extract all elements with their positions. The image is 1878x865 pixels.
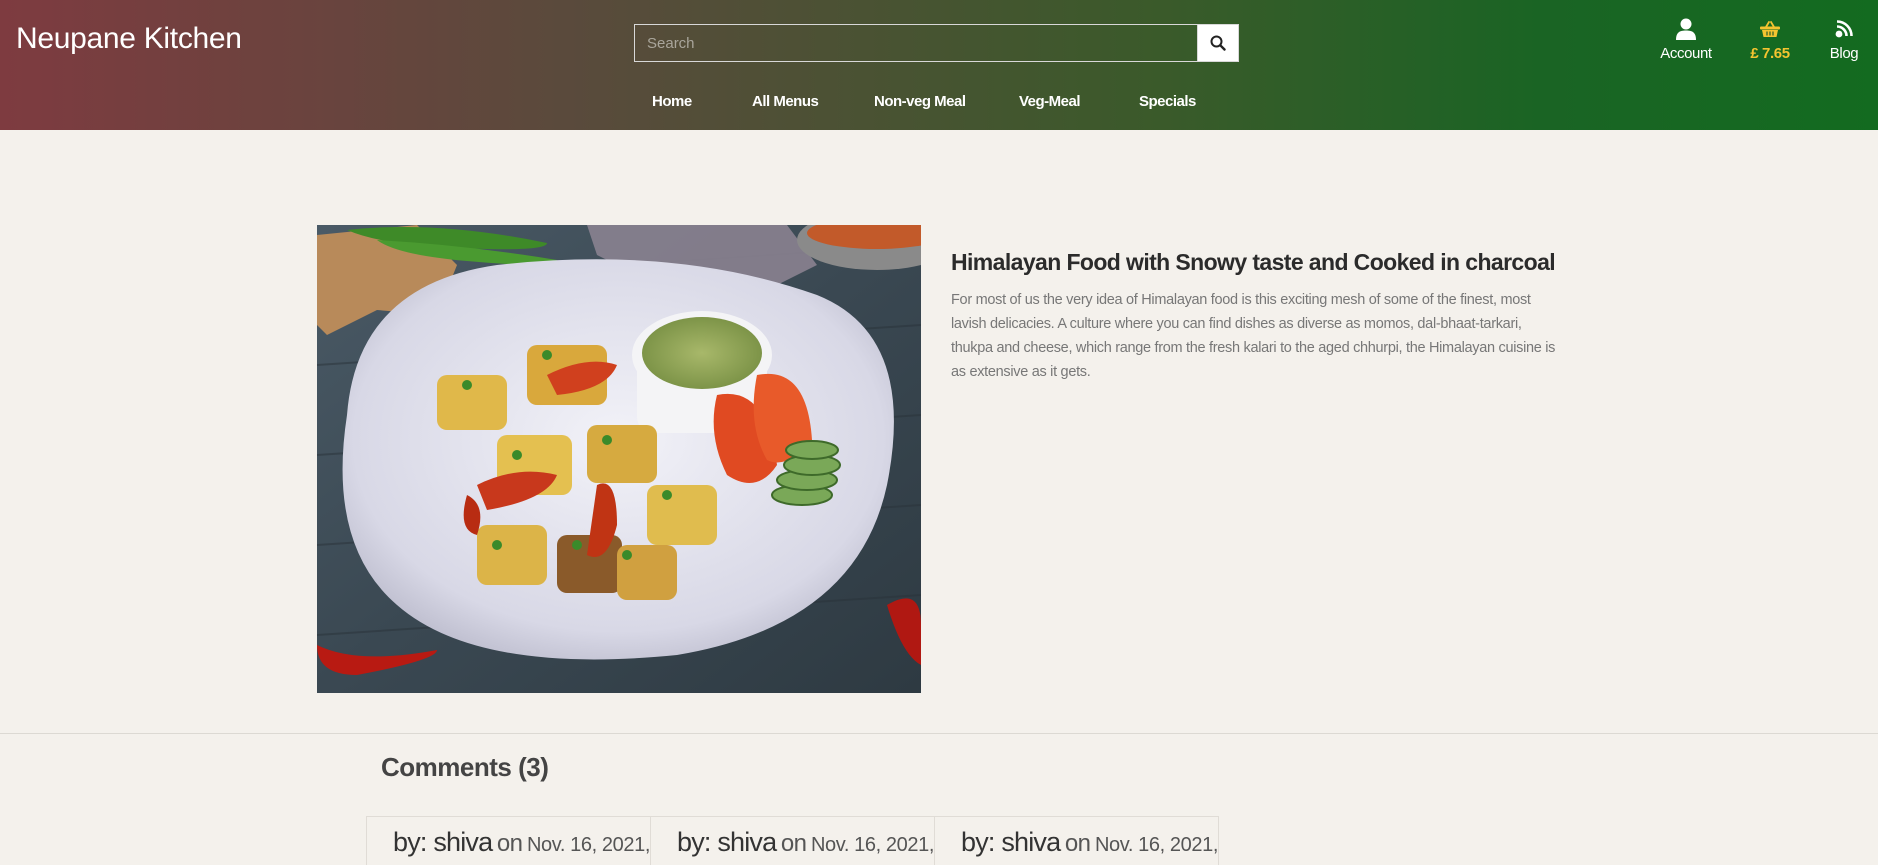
article-body: For most of us the very idea of Himalaya… xyxy=(951,292,1556,380)
nav-non-veg-meal[interactable]: Non-veg Meal xyxy=(874,93,966,110)
search-button[interactable] xyxy=(1197,24,1239,62)
article-title: Himalayan Food with Snowy taste and Cook… xyxy=(951,249,1556,275)
user-icon xyxy=(1676,18,1696,40)
cart-link[interactable]: £ 7.65 xyxy=(1748,18,1792,62)
search-input[interactable] xyxy=(634,24,1197,62)
comment-on: on xyxy=(1064,830,1091,857)
blog-link[interactable]: Blog xyxy=(1828,18,1860,62)
comment-date: Nov. 16, 2021, xyxy=(810,834,934,856)
section-divider xyxy=(0,733,1878,734)
comments-title: Comments (3) xyxy=(381,752,549,782)
comment-card: by: shiva on Nov. 16, 2021, xyxy=(650,816,935,865)
main-nav: Home All Menus Non-veg Meal Veg-Meal Spe… xyxy=(0,93,1878,115)
blog-label: Blog xyxy=(1829,45,1859,62)
nav-veg-meal[interactable]: Veg-Meal xyxy=(1019,93,1081,110)
account-link[interactable]: Account xyxy=(1660,18,1712,62)
comment-author: by: shiva xyxy=(961,827,1061,857)
comment-card: by: shiva on Nov. 16, 2021, xyxy=(366,816,651,865)
nav-all-menus[interactable]: All Menus xyxy=(752,93,819,110)
comment-on: on xyxy=(496,830,523,857)
search-icon xyxy=(1210,35,1226,51)
article-image xyxy=(317,225,921,693)
brand-logo[interactable]: Neupane Kitchen xyxy=(16,22,242,56)
comment-date: Nov. 16, 2021, xyxy=(1094,834,1218,856)
search-bar xyxy=(634,24,1239,62)
blog-icon xyxy=(1835,18,1853,40)
basket-icon xyxy=(1760,18,1780,40)
comment-on: on xyxy=(780,830,807,857)
comment-card: by: shiva on Nov. 16, 2021, xyxy=(934,816,1219,865)
nav-specials[interactable]: Specials xyxy=(1139,93,1196,110)
account-label: Account xyxy=(1660,45,1712,62)
comments-list: by: shiva on Nov. 16, 2021, by: shiva on… xyxy=(366,816,1219,865)
comment-author: by: shiva xyxy=(677,827,777,857)
site-header: Neupane Kitchen Home All Menus Non-veg M… xyxy=(0,0,1878,130)
comment-author: by: shiva xyxy=(393,827,493,857)
comment-date: Nov. 16, 2021, xyxy=(526,834,650,856)
cart-total: £ 7.65 xyxy=(1750,45,1790,62)
nav-home[interactable]: Home xyxy=(652,93,692,110)
